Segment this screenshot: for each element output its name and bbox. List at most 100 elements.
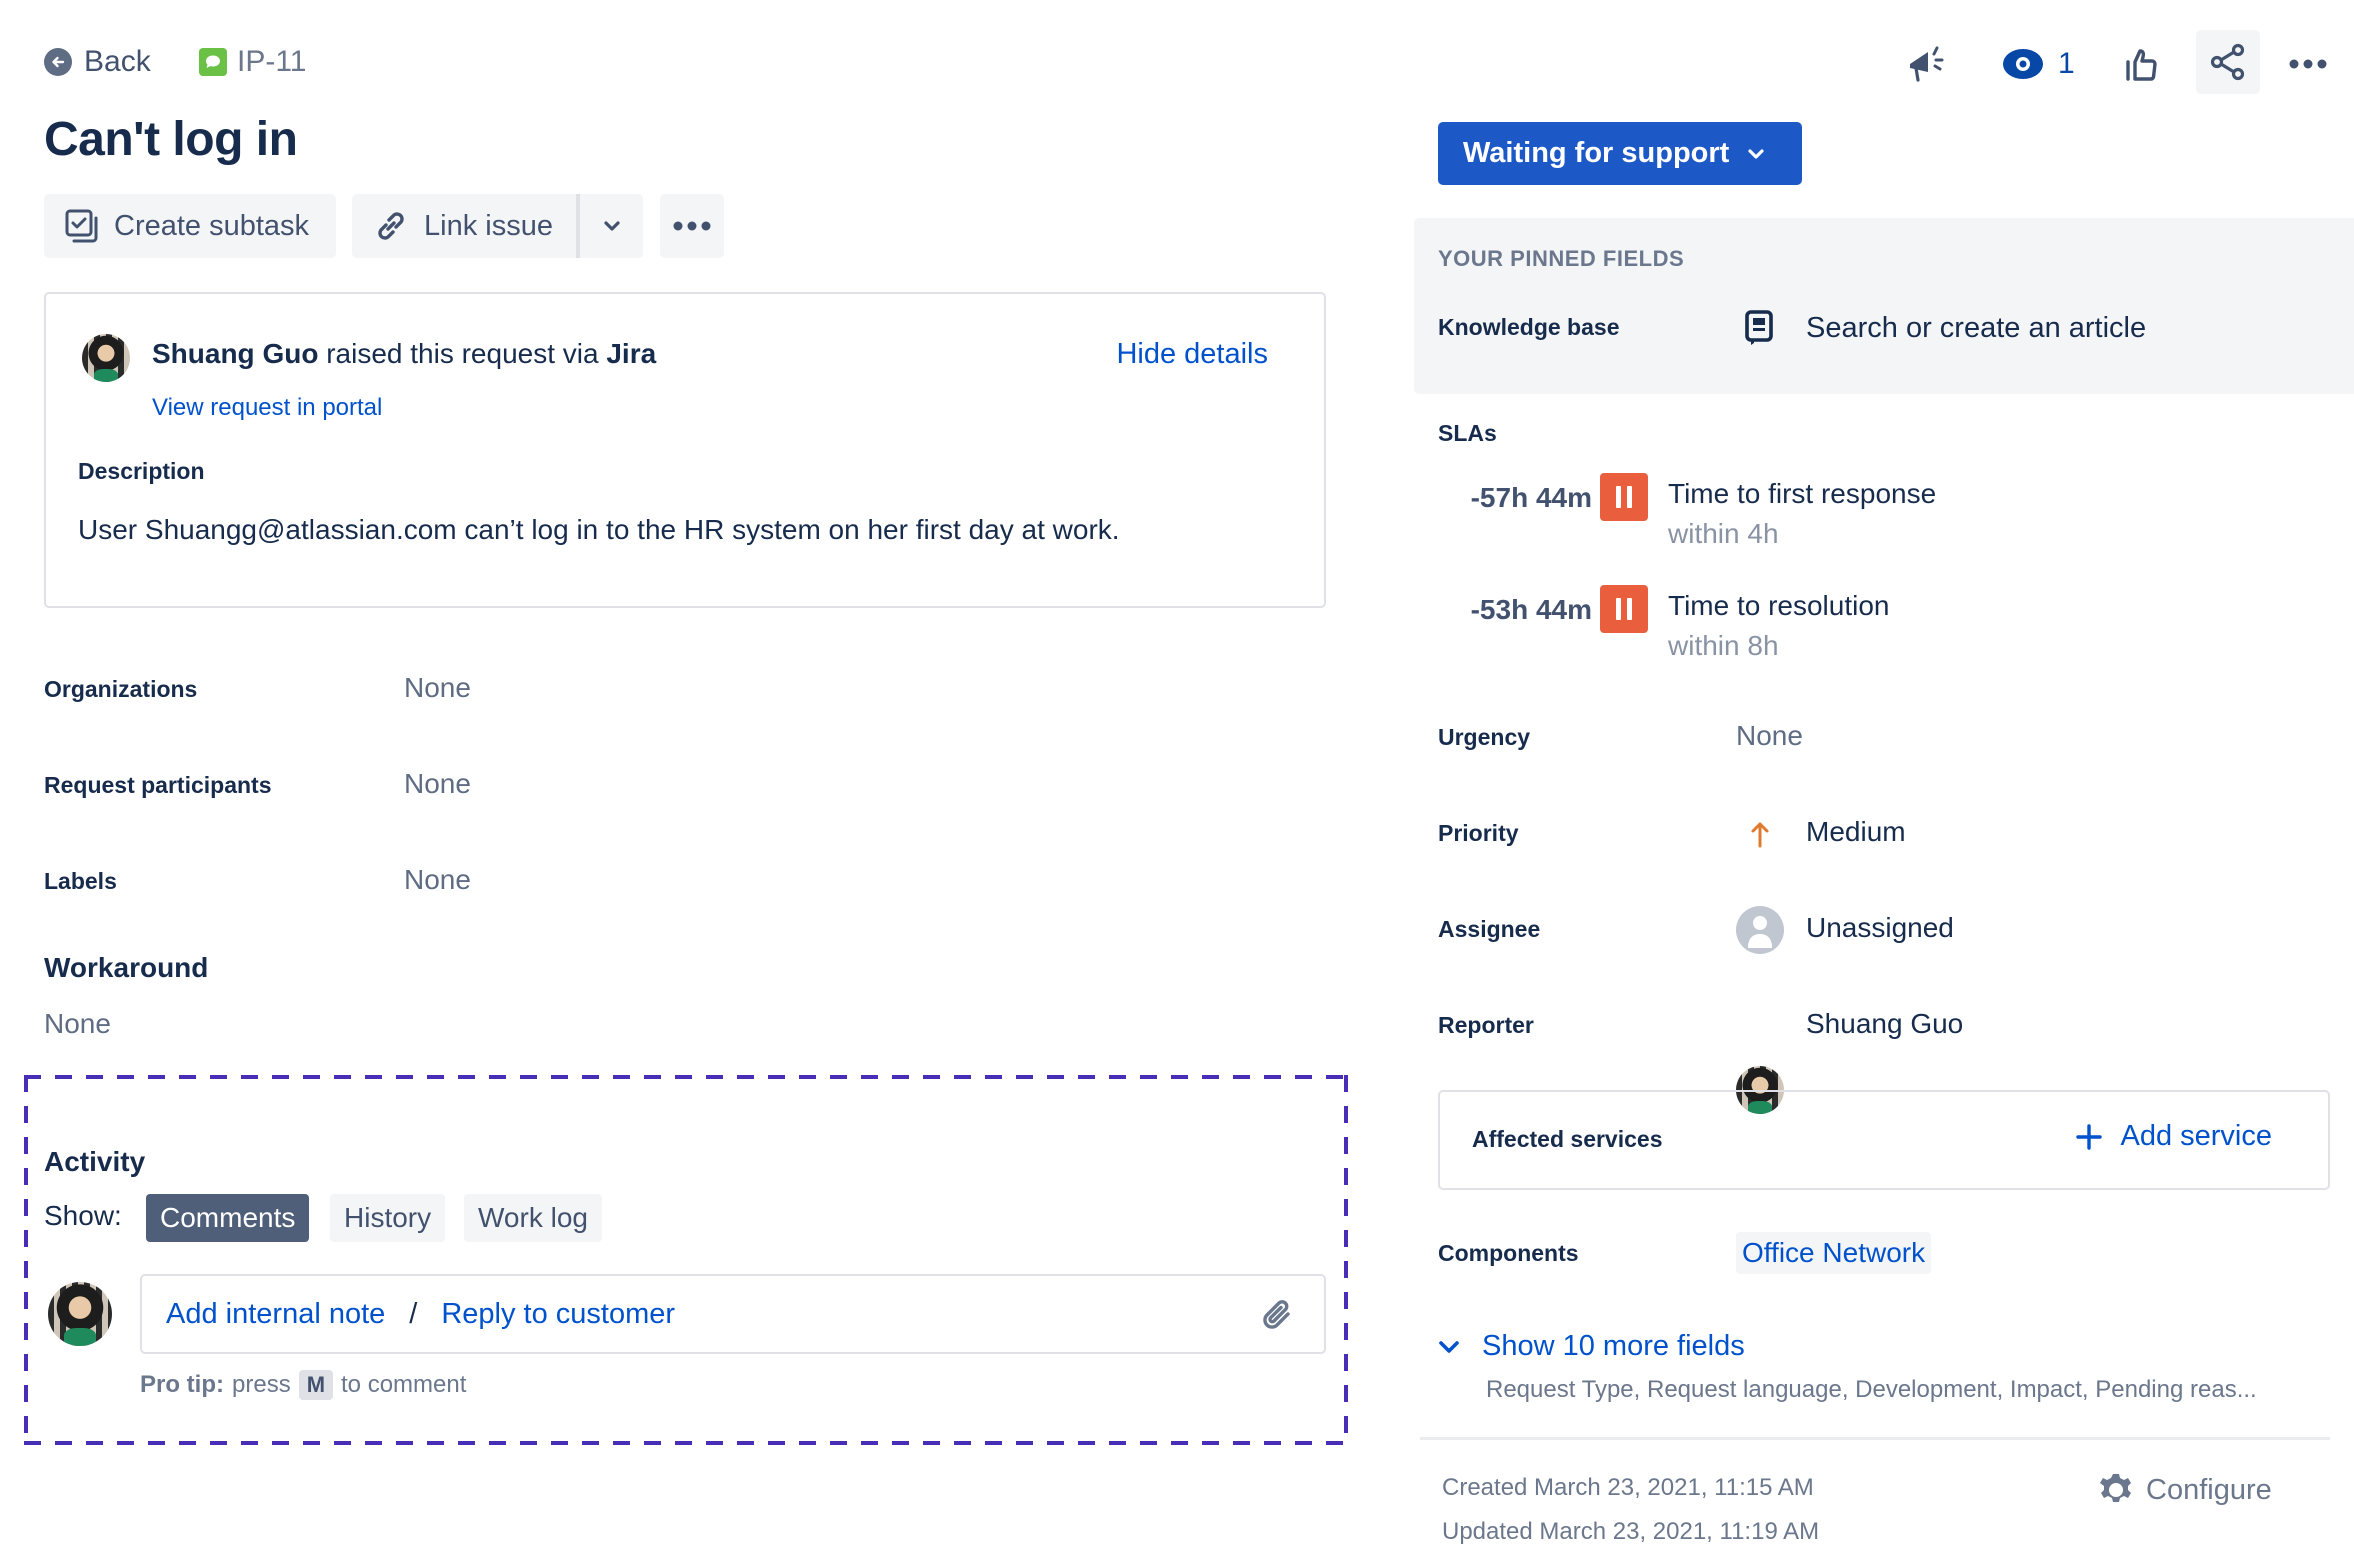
- more-icon: [2288, 59, 2328, 69]
- link-issue-button[interactable]: Link issue: [352, 194, 643, 258]
- sla-first-response-goal: within 4h: [1668, 518, 1779, 549]
- vote-button[interactable]: [2124, 40, 2162, 88]
- back-button[interactable]: Back: [44, 42, 151, 82]
- workaround-value[interactable]: None: [44, 1008, 111, 1040]
- slas-heading: SLAs: [1438, 420, 1497, 446]
- eye-icon: [2002, 48, 2044, 80]
- share-button[interactable]: [2196, 30, 2260, 94]
- create-subtask-button[interactable]: Create subtask: [44, 194, 336, 258]
- configure-label: Configure: [2146, 1473, 2272, 1506]
- add-service-button[interactable]: Add service: [2076, 1120, 2272, 1153]
- link-icon: [372, 207, 410, 245]
- show-more-fields-button[interactable]: Show 10 more fields: [1438, 1330, 1745, 1363]
- filter-comments-button[interactable]: Comments: [146, 1194, 310, 1242]
- pause-icon: [1600, 473, 1648, 521]
- chevron-down-icon: [1747, 148, 1765, 160]
- pause-icon: [1600, 585, 1648, 633]
- chevron-down-icon: [1438, 1340, 1460, 1354]
- thumbs-up-icon: [2124, 45, 2162, 83]
- labels-label: Labels: [44, 868, 117, 894]
- activity-heading: Activity: [44, 1146, 146, 1177]
- more-icon: [672, 221, 712, 231]
- knowledge-base-label: Knowledge base: [1438, 314, 1620, 340]
- updated-timestamp: Updated March 23, 2021, 11:19 AM: [1442, 1518, 1820, 1545]
- description-label: Description: [78, 458, 205, 484]
- plus-icon: [2076, 1123, 2103, 1150]
- description-text[interactable]: User Shuangg@atlassian.com can’t log in …: [78, 514, 1120, 546]
- add-service-label: Add service: [2120, 1120, 2272, 1152]
- component-tag[interactable]: Office Network: [1736, 1232, 1932, 1274]
- sla-resolution-time: -53h 44m: [1470, 594, 1592, 625]
- comment-editor[interactable]: Add internal note / Reply to customer: [140, 1274, 1326, 1354]
- sla-resolution-goal: within 8h: [1668, 630, 1779, 661]
- create-subtask-label: Create subtask: [114, 209, 310, 242]
- configure-button[interactable]: Configure: [2098, 1472, 2272, 1508]
- filter-history-button[interactable]: History: [330, 1194, 446, 1242]
- organizations-value[interactable]: None: [404, 672, 471, 704]
- share-icon: [2208, 42, 2248, 82]
- more-options-button[interactable]: [2288, 40, 2328, 88]
- pro-tip-press: press: [232, 1371, 291, 1398]
- view-request-in-portal-link[interactable]: View request in portal: [152, 394, 382, 422]
- affected-services-card: Affected services Add service: [1438, 1090, 2330, 1190]
- speech-bubble-icon: [199, 48, 227, 76]
- assignee-value[interactable]: Unassigned: [1806, 912, 1954, 944]
- watch-button[interactable]: 1: [2002, 40, 2075, 88]
- raised-via-text: raised this request via: [318, 338, 607, 369]
- priority-medium-arrow-up-icon: [1736, 810, 1784, 858]
- subtask-icon: [64, 208, 100, 244]
- hidden-fields-list: Request Type, Request language, Developm…: [1486, 1376, 2257, 1403]
- assignee-label: Assignee: [1438, 916, 1541, 942]
- pro-tip: Pro tip: press M to comment: [140, 1370, 466, 1400]
- sla-first-response-name: Time to first response: [1668, 478, 1937, 509]
- separator: /: [409, 1297, 418, 1330]
- link-issue-label: Link issue: [424, 209, 553, 242]
- reporter-value[interactable]: Shuang Guo: [1806, 1008, 1963, 1040]
- labels-value[interactable]: None: [404, 864, 471, 896]
- request-participants-value[interactable]: None: [404, 768, 471, 800]
- issue-key-breadcrumb[interactable]: IP-11: [199, 42, 306, 82]
- request-details-card: Shuang Guo raised this request via Jira …: [44, 292, 1326, 608]
- urgency-value[interactable]: None: [1736, 720, 1803, 752]
- filter-work-log-button[interactable]: Work log: [464, 1194, 602, 1242]
- divider: [1420, 1437, 2330, 1440]
- pinned-fields-heading: YOUR PINNED FIELDS: [1438, 246, 1685, 271]
- attachment-icon[interactable]: [1258, 1296, 1298, 1336]
- show-more-fields-label: Show 10 more fields: [1482, 1330, 1745, 1362]
- status-label: Waiting for support: [1463, 137, 1730, 169]
- reporter-name[interactable]: Shuang Guo: [152, 338, 318, 369]
- request-channel: Jira: [606, 338, 657, 369]
- more-actions-button[interactable]: [660, 194, 724, 258]
- link-issue-dropdown-button[interactable]: [580, 194, 643, 258]
- pro-tip-rest: to comment: [341, 1371, 467, 1398]
- watch-count: 1: [2058, 47, 2075, 80]
- reply-to-customer-link[interactable]: Reply to customer: [441, 1298, 675, 1331]
- keyboard-shortcut-key: M: [298, 1370, 334, 1400]
- reporter-avatar: [82, 334, 130, 382]
- knowledge-base-search[interactable]: Search or create an article: [1806, 312, 2146, 345]
- feedback-button[interactable]: [1906, 40, 1950, 88]
- pro-tip-label: Pro tip:: [140, 1371, 224, 1398]
- affected-services-label: Affected services: [1472, 1126, 1663, 1152]
- urgency-label: Urgency: [1438, 724, 1531, 750]
- book-icon: [1744, 310, 1774, 346]
- sla-resolution-name: Time to resolution: [1668, 590, 1890, 621]
- components-label: Components: [1438, 1240, 1579, 1266]
- priority-label: Priority: [1438, 820, 1519, 846]
- megaphone-icon: [1906, 44, 1950, 84]
- reporter-label: Reporter: [1438, 1012, 1534, 1038]
- priority-value[interactable]: Medium: [1806, 816, 1906, 848]
- show-label: Show:: [44, 1200, 122, 1231]
- unassigned-avatar-icon: [1736, 906, 1784, 954]
- gear-icon: [2098, 1472, 2134, 1508]
- hide-details-link[interactable]: Hide details: [1116, 338, 1268, 371]
- status-dropdown[interactable]: Waiting for support: [1438, 122, 1802, 185]
- workaround-label: Workaround: [44, 952, 209, 983]
- issue-title[interactable]: Can't log in: [44, 112, 298, 167]
- request-participants-label: Request participants: [44, 772, 272, 798]
- current-user-avatar: [48, 1282, 112, 1346]
- chevron-down-icon: [603, 221, 620, 231]
- issue-key-label: IP-11: [237, 45, 307, 78]
- add-internal-note-link[interactable]: Add internal note: [166, 1298, 385, 1331]
- organizations-label: Organizations: [44, 676, 198, 702]
